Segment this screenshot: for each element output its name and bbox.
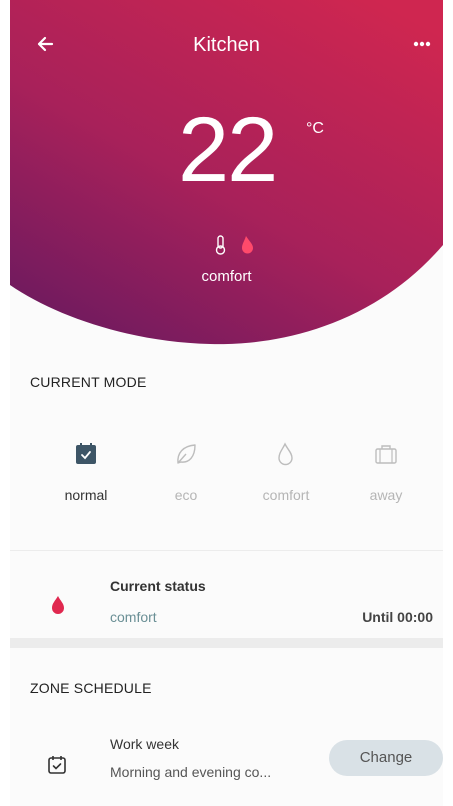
temperature-unit: °C xyxy=(306,120,324,137)
mode-eco[interactable]: eco xyxy=(136,437,236,517)
mode-selector: normal eco comfort away xyxy=(10,437,443,517)
header-hero: Kitchen 22 °C comfort xyxy=(10,0,443,345)
schedule-row: Work week Morning and evening co... Chan… xyxy=(10,724,443,794)
flame-icon xyxy=(242,236,253,254)
mode-comfort[interactable]: comfort xyxy=(236,437,336,517)
mode-away[interactable]: away xyxy=(336,437,436,517)
status-title: Current status xyxy=(110,578,206,594)
flame-icon xyxy=(52,596,64,614)
zone-schedule-title: ZONE SCHEDULE xyxy=(30,680,152,696)
drop-icon xyxy=(278,442,293,466)
mode-label: normal xyxy=(64,487,108,503)
thermometer-icon xyxy=(215,235,226,255)
status-value: comfort xyxy=(110,609,157,625)
hero-status-icons xyxy=(215,235,253,255)
mode-label: comfort xyxy=(262,487,310,503)
divider xyxy=(10,550,443,551)
change-button[interactable]: Change xyxy=(329,740,443,776)
calendar-icon xyxy=(76,443,96,464)
hero-status-label: comfort xyxy=(201,268,252,285)
current-mode-title: CURRENT MODE xyxy=(30,374,147,390)
more-horizontal-icon[interactable] xyxy=(407,36,437,52)
status-until: Until 00:00 xyxy=(362,609,433,625)
mode-normal[interactable]: normal xyxy=(36,437,136,517)
top-bar: Kitchen xyxy=(10,0,443,92)
schedule-name: Work week xyxy=(110,736,179,752)
suitcase-icon xyxy=(375,445,397,464)
current-status-row: Current status comfort Until 00:00 xyxy=(10,562,443,638)
temperature-display: 22 °C xyxy=(10,100,443,210)
schedule-description: Morning and evening co... xyxy=(110,764,272,780)
mode-label: eco xyxy=(174,487,198,503)
page-title: Kitchen xyxy=(193,34,260,56)
calendar-check-icon xyxy=(48,756,66,774)
app-screen: Kitchen 22 °C comfort CURRENT MODE norma… xyxy=(10,0,443,806)
leaf-icon xyxy=(177,444,196,464)
mode-label: away xyxy=(369,487,403,503)
section-divider xyxy=(10,638,443,648)
temperature-value: 22 xyxy=(178,99,278,201)
